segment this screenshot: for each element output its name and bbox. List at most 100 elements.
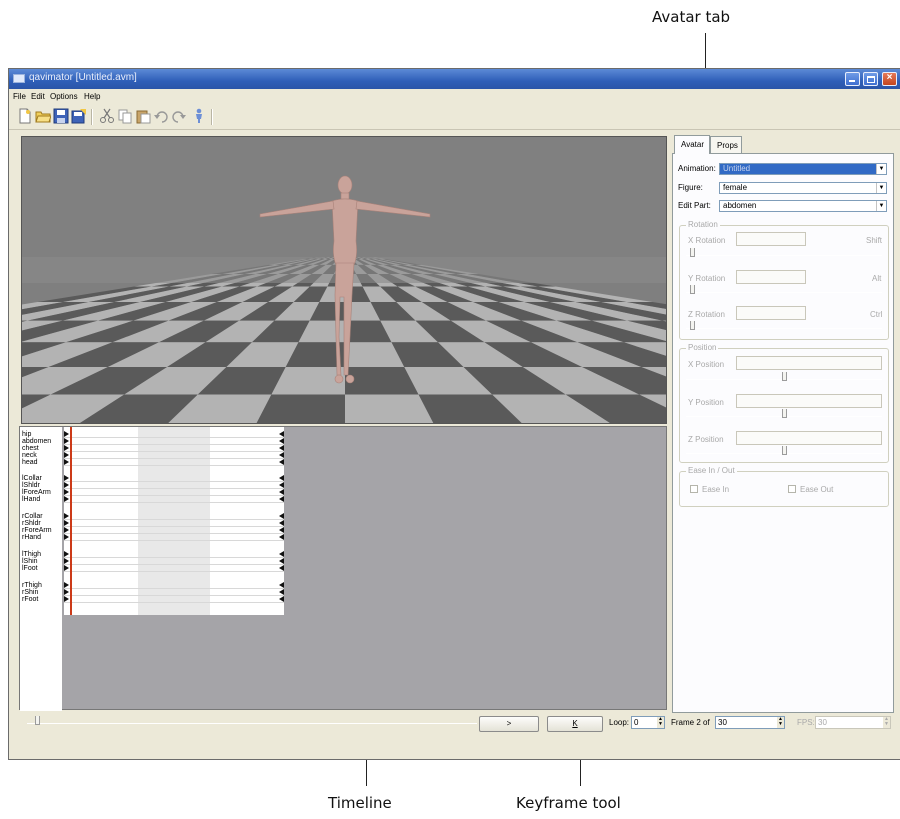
keyframe-marker[interactable] <box>64 452 69 458</box>
tab-props[interactable]: Props <box>710 136 742 153</box>
part-label-lShin[interactable]: lShin <box>22 558 38 565</box>
menu-options[interactable]: Options <box>50 92 78 101</box>
keyframe-marker[interactable] <box>64 489 69 495</box>
x-rotation-slider-handle[interactable] <box>690 248 695 257</box>
keyframe-marker[interactable] <box>64 596 69 602</box>
part-label-head[interactable]: head <box>22 459 38 466</box>
ease-in-checkbox[interactable] <box>690 485 698 493</box>
part-label-rShldr[interactable]: rShldr <box>22 520 41 527</box>
part-label-lShldr[interactable]: lShldr <box>22 482 40 489</box>
keyframe-marker[interactable] <box>64 475 69 481</box>
keyframe-marker[interactable] <box>279 534 284 540</box>
keyframe-marker[interactable] <box>64 565 69 571</box>
keyframe-marker[interactable] <box>279 489 284 495</box>
cut-icon[interactable] <box>99 108 115 124</box>
keyframe-button[interactable]: K <box>547 716 603 732</box>
keyframe-marker[interactable] <box>279 459 284 465</box>
loop-spinbox[interactable]: 0 ▲ ▼ <box>631 716 665 729</box>
close-button[interactable]: × <box>882 72 897 86</box>
keyframe-marker[interactable] <box>64 534 69 540</box>
keyframe-marker[interactable] <box>64 482 69 488</box>
z-rotation-slider-handle[interactable] <box>690 321 695 330</box>
part-label-rCollar[interactable]: rCollar <box>22 513 43 520</box>
ease-out-checkbox[interactable] <box>788 485 796 493</box>
undo-icon[interactable] <box>153 108 169 124</box>
keyframe-marker[interactable] <box>279 589 284 595</box>
timeline-slider-handle[interactable] <box>35 716 40 725</box>
redo-icon[interactable] <box>171 108 187 124</box>
minimize-button[interactable] <box>845 72 860 86</box>
keyframe-marker[interactable] <box>279 482 284 488</box>
keyframe-marker[interactable] <box>279 438 284 444</box>
open-folder-icon[interactable] <box>35 108 52 124</box>
keyframe-marker[interactable] <box>279 431 284 437</box>
keyframe-marker[interactable] <box>279 520 284 526</box>
keyframe-marker[interactable] <box>279 496 284 502</box>
timeline-slider[interactable] <box>27 723 477 724</box>
keyframe-marker[interactable] <box>279 513 284 519</box>
part-label-hip[interactable]: hip <box>22 431 31 438</box>
part-label-rFoot[interactable]: rFoot <box>22 596 38 603</box>
keyframe-marker[interactable] <box>279 565 284 571</box>
keyframe-marker[interactable] <box>64 496 69 502</box>
x-position-slider-handle[interactable] <box>782 372 787 381</box>
keyframe-marker[interactable] <box>279 445 284 451</box>
menu-edit[interactable]: Edit <box>31 92 45 101</box>
keyframe-timeline[interactable]: hip abdomen chest neck head lCollar lShldr lFor… <box>19 426 667 711</box>
menu-help[interactable]: Help <box>84 92 100 101</box>
keyframe-marker[interactable] <box>64 445 69 451</box>
current-frame-indicator[interactable] <box>70 427 72 615</box>
part-label-rShin[interactable]: rShin <box>22 589 38 596</box>
keyframe-marker[interactable] <box>64 459 69 465</box>
copy-icon[interactable] <box>117 108 133 124</box>
menu-file[interactable]: File <box>13 92 26 101</box>
save-icon[interactable] <box>53 108 69 124</box>
part-label-lFoot[interactable]: lFoot <box>22 565 38 572</box>
title-bar[interactable]: qavimator [Untitled.avm] × <box>9 69 900 89</box>
keyframe-marker[interactable] <box>64 438 69 444</box>
x-rotation-slider[interactable] <box>686 255 882 256</box>
keyframe-marker[interactable] <box>279 582 284 588</box>
keyframe-tracks[interactable] <box>64 427 284 615</box>
keyframe-marker[interactable] <box>64 582 69 588</box>
figure-combo[interactable]: female ▼ <box>719 182 887 194</box>
save-as-icon[interactable] <box>71 108 87 124</box>
keyframe-marker[interactable] <box>64 558 69 564</box>
part-label-abdomen[interactable]: abdomen <box>22 438 51 445</box>
part-label-lHand[interactable]: lHand <box>22 496 40 503</box>
fps-spinbox[interactable]: 30 ▲ ▼ <box>815 716 891 729</box>
3d-viewport[interactable] <box>21 136 667 424</box>
x-position-input[interactable] <box>736 356 882 370</box>
part-label-neck[interactable]: neck <box>22 452 37 459</box>
keyframe-marker[interactable] <box>64 513 69 519</box>
keyframe-marker[interactable] <box>279 527 284 533</box>
keyframe-marker[interactable] <box>279 452 284 458</box>
y-rotation-input[interactable] <box>736 270 806 284</box>
y-rotation-slider[interactable] <box>686 292 882 293</box>
z-position-input[interactable] <box>736 431 882 445</box>
keyframe-marker[interactable] <box>279 558 284 564</box>
tab-avatar[interactable]: Avatar <box>674 135 710 154</box>
play-button[interactable]: > <box>479 716 539 732</box>
animation-combo[interactable]: Untitled ▼ <box>719 163 887 175</box>
keyframe-marker[interactable] <box>64 589 69 595</box>
part-label-chest[interactable]: chest <box>22 445 39 452</box>
keyframe-marker[interactable] <box>279 551 284 557</box>
keyframe-marker[interactable] <box>279 475 284 481</box>
edit-part-combo[interactable]: abdomen ▼ <box>719 200 887 212</box>
frame-total-spinbox[interactable]: 30 ▲ ▼ <box>715 716 785 729</box>
part-label-rHand[interactable]: rHand <box>22 534 41 541</box>
part-label-rForeArm[interactable]: rForeArm <box>22 527 52 534</box>
y-position-input[interactable] <box>736 394 882 408</box>
keyframe-marker[interactable] <box>279 596 284 602</box>
part-label-rThigh[interactable]: rThigh <box>22 582 42 589</box>
keyframe-marker[interactable] <box>64 551 69 557</box>
figure-icon[interactable] <box>191 108 207 124</box>
paste-icon[interactable] <box>135 108 151 124</box>
keyframe-marker[interactable] <box>64 520 69 526</box>
z-rotation-slider[interactable] <box>686 328 882 329</box>
keyframe-marker[interactable] <box>64 527 69 533</box>
keyframe-marker[interactable] <box>64 431 69 437</box>
avatar-figure[interactable] <box>22 137 667 424</box>
x-rotation-input[interactable] <box>736 232 806 246</box>
